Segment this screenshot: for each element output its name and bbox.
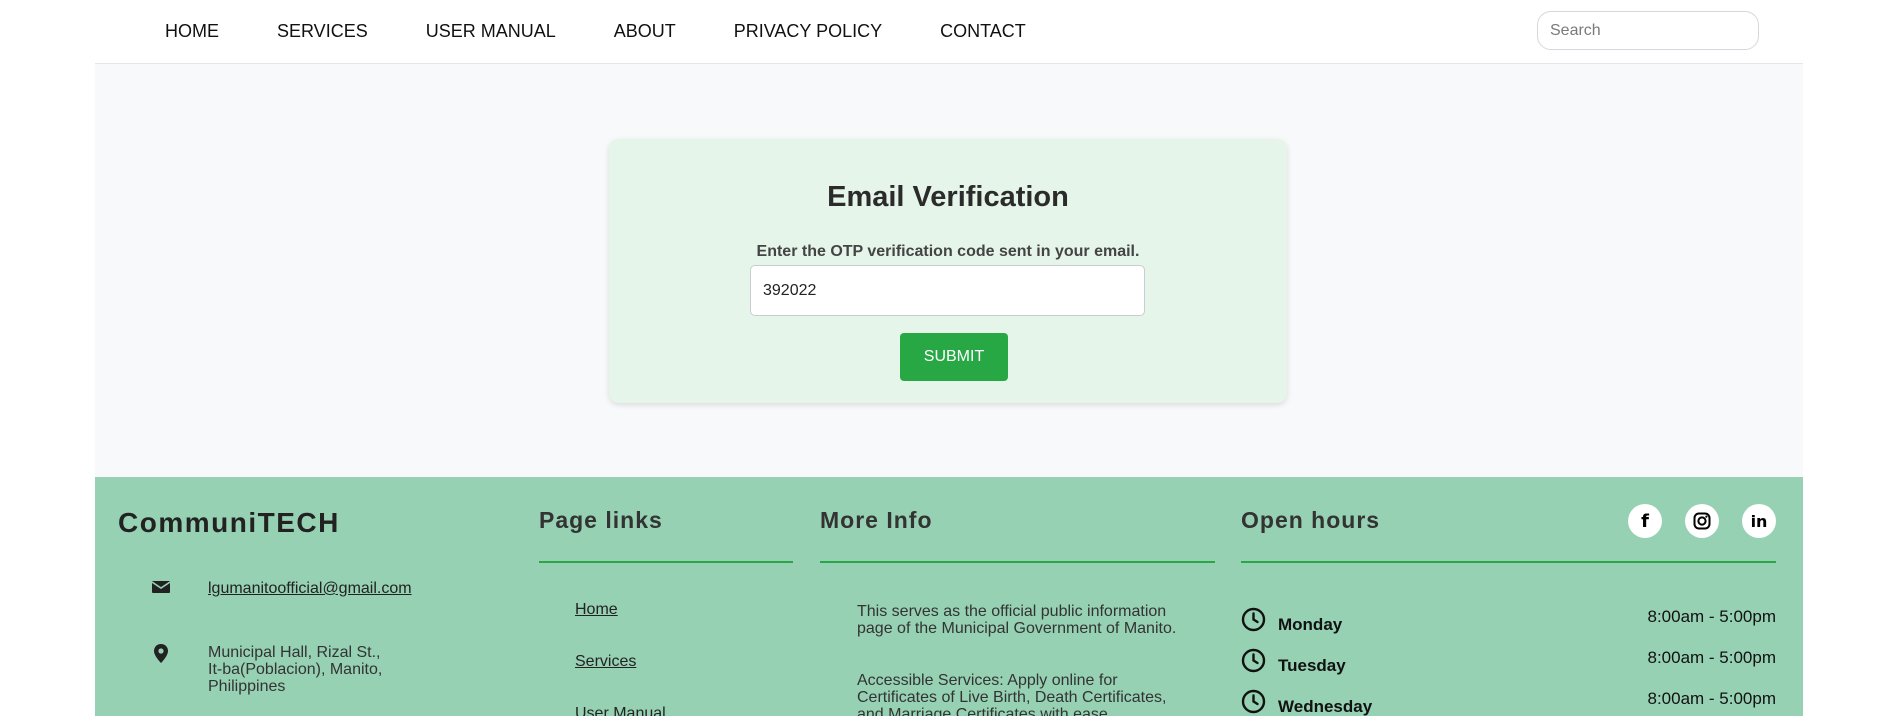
otp-input[interactable]	[750, 265, 1145, 316]
more-info-2-line-2: Certificates of Live Birth, Death Certif…	[857, 689, 1167, 706]
clock-icon	[1241, 607, 1266, 632]
open-hours-heading: Open hours	[1241, 507, 1381, 533]
hours-row-tuesday: Tuesday 8:00am - 5:00pm	[1241, 648, 1776, 675]
more-info-1-line-2: page of the Municipal Government of Mani…	[857, 620, 1177, 637]
footer-services-link[interactable]: Services	[575, 653, 636, 671]
contact-email-link[interactable]: lgumanitoofficial@gmail.com	[208, 580, 412, 597]
contact-email-row: lgumanitoofficial@gmail.com	[150, 580, 412, 602]
map-pin-icon	[150, 644, 172, 666]
nav-services-link[interactable]: SERVICES	[277, 21, 368, 42]
more-info-heading: More Info	[820, 507, 933, 533]
more-info-divider	[820, 561, 1215, 563]
card-title: Email Verification	[827, 181, 1069, 213]
email-verification-card: Email Verification Enter the OTP verific…	[609, 139, 1287, 403]
footer: CommuniTECH lgumanitoofficial@gmail.com …	[95, 477, 1803, 716]
envelope-icon	[150, 580, 172, 602]
more-info-1-line-1: This serves as the official public infor…	[857, 603, 1167, 620]
page-links-heading: Page links	[539, 507, 663, 533]
day-hours: 8:00am - 5:00pm	[1647, 607, 1776, 626]
clock-icon	[1241, 689, 1266, 714]
clock-icon	[1241, 648, 1266, 673]
linkedin-icon[interactable]: in	[1742, 504, 1776, 538]
day-name: Wednesday	[1278, 697, 1373, 716]
hours-row-wednesday: Wednesday 8:00am - 5:00pm	[1241, 689, 1776, 716]
page-links-divider	[539, 561, 793, 563]
address-line-3: Philippines	[208, 678, 286, 695]
facebook-icon[interactable]: f	[1628, 504, 1662, 538]
search-input[interactable]	[1537, 11, 1759, 50]
nav-contact-link[interactable]: CONTACT	[940, 21, 1026, 42]
nav-privacy-policy-link[interactable]: PRIVACY POLICY	[734, 21, 882, 42]
page: HOME SERVICES USER MANUAL ABOUT PRIVACY …	[95, 0, 1803, 716]
nav-about-link[interactable]: ABOUT	[614, 21, 676, 42]
day-name: Tuesday	[1278, 656, 1346, 675]
more-info-2-line-3: and Marriage Certificates with ease.	[857, 706, 1113, 716]
footer-user-manual-link[interactable]: User Manual	[575, 705, 666, 716]
day-hours: 8:00am - 5:00pm	[1647, 648, 1776, 667]
nav-user-manual-link[interactable]: USER MANUAL	[426, 21, 556, 42]
more-info-paragraph-2: Accessible Services: Apply online for Ce…	[857, 672, 1197, 716]
instagram-icon[interactable]	[1685, 504, 1719, 538]
contact-address: Municipal Hall, Rizal St., It-ba(Poblaci…	[208, 644, 382, 695]
nav-home-link[interactable]: HOME	[165, 21, 219, 42]
address-line-1: Municipal Hall, Rizal St.,	[208, 644, 381, 661]
instagram-glyph	[1693, 512, 1711, 530]
contact-address-row: Municipal Hall, Rizal St., It-ba(Poblaci…	[150, 644, 382, 695]
facebook-glyph: f	[1641, 510, 1649, 532]
day-name: Monday	[1278, 615, 1343, 634]
top-navbar: HOME SERVICES USER MANUAL ABOUT PRIVACY …	[95, 0, 1803, 64]
otp-instruction-label: Enter the OTP verification code sent in …	[756, 243, 1140, 260]
linkedin-glyph: in	[1750, 511, 1768, 531]
nav-links: HOME SERVICES USER MANUAL ABOUT PRIVACY …	[165, 0, 1084, 63]
address-line-2: It-ba(Poblacion), Manito,	[208, 661, 383, 678]
day-hours: 8:00am - 5:00pm	[1647, 689, 1776, 708]
footer-home-link[interactable]: Home	[575, 601, 618, 619]
hours-row-monday: Monday 8:00am - 5:00pm	[1241, 607, 1776, 634]
open-hours-divider	[1241, 561, 1776, 563]
more-info-paragraph-1: This serves as the official public infor…	[857, 603, 1197, 637]
footer-brand: CommuniTECH	[118, 507, 340, 538]
more-info-2-line-1: Accessible Services: Apply online for	[857, 672, 1118, 689]
submit-button[interactable]: SUBMIT	[900, 333, 1008, 381]
